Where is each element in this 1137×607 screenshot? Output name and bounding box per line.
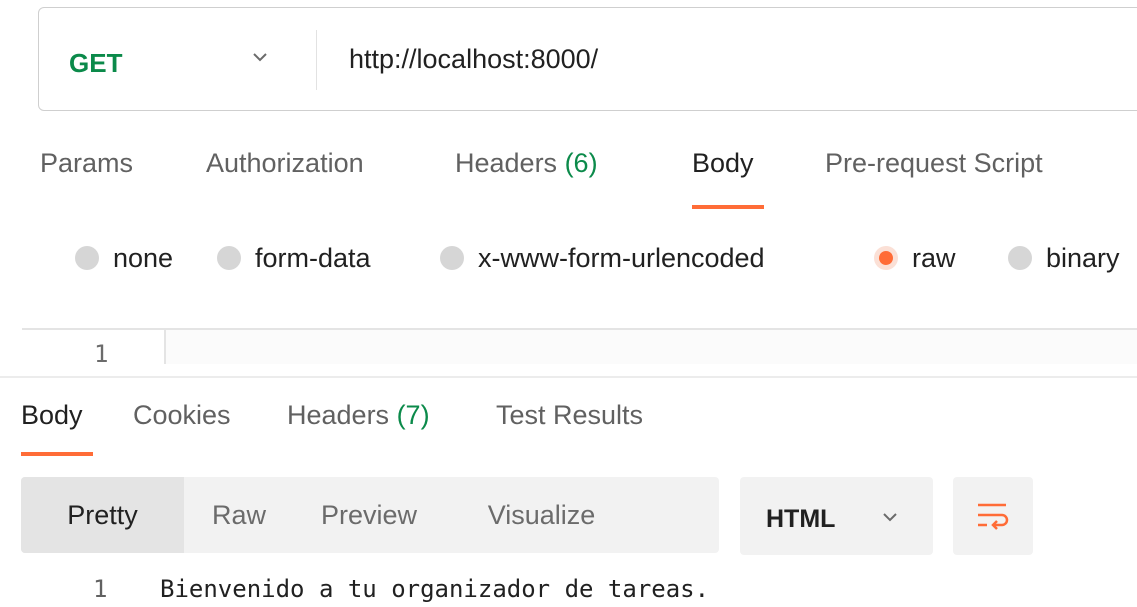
url-input[interactable]: http://localhost:8000/ bbox=[349, 44, 598, 75]
tab-label: Pre-request Script bbox=[825, 148, 1043, 178]
tab-test-results[interactable]: Test Results bbox=[496, 400, 643, 431]
response-body-line: 1 Bienvenido a tu organizador de tareas. bbox=[0, 573, 1137, 607]
tab-label: Params bbox=[40, 148, 134, 178]
view-pretty-button[interactable]: Pretty bbox=[21, 477, 184, 553]
tab-label: Headers bbox=[455, 148, 565, 178]
line-number: 1 bbox=[93, 575, 108, 603]
radio-x-www-form-urlencoded[interactable]: x-www-form-urlencoded bbox=[440, 236, 765, 280]
view-visualize-button[interactable]: Visualize bbox=[444, 477, 639, 553]
method-select[interactable]: GET bbox=[69, 48, 122, 79]
radio-label: binary bbox=[1046, 242, 1120, 273]
view-raw-button[interactable]: Raw bbox=[184, 477, 294, 553]
radio-icon bbox=[75, 246, 99, 270]
response-text: Bienvenido a tu organizador de tareas. bbox=[160, 575, 710, 603]
radio-form-data[interactable]: form-data bbox=[217, 236, 371, 280]
radio-label: none bbox=[113, 242, 174, 273]
tab-label: Body bbox=[21, 400, 83, 430]
tab-cookies[interactable]: Cookies bbox=[133, 400, 231, 431]
format-select[interactable]: HTML bbox=[740, 477, 933, 555]
divider bbox=[316, 30, 317, 90]
body-type-group: none form-data x-www-form-urlencoded raw… bbox=[0, 236, 1137, 280]
tab-label: Authorization bbox=[206, 148, 364, 178]
radio-raw[interactable]: raw bbox=[874, 236, 956, 280]
tab-label: Body bbox=[692, 148, 754, 178]
tab-headers[interactable]: Headers (6) bbox=[455, 148, 598, 179]
radio-selected-icon bbox=[874, 246, 898, 270]
tab-authorization[interactable]: Authorization bbox=[206, 148, 364, 179]
radio-binary[interactable]: binary bbox=[1008, 236, 1120, 280]
wrap-lines-button[interactable] bbox=[953, 477, 1033, 555]
editor-gutter: 1 bbox=[22, 330, 166, 364]
tab-body[interactable]: Body bbox=[692, 148, 754, 179]
radio-icon bbox=[1008, 246, 1032, 270]
line-number: 1 bbox=[94, 340, 109, 364]
response-tabs: Body Cookies Headers (7) Test Results bbox=[0, 400, 1137, 440]
tab-count: (6) bbox=[564, 148, 598, 178]
tab-params[interactable]: Params bbox=[40, 148, 133, 179]
view-preview-button[interactable]: Preview bbox=[294, 477, 444, 553]
tab-label: Cookies bbox=[133, 400, 231, 430]
chevron-down-icon bbox=[883, 513, 897, 522]
pane-divider[interactable] bbox=[0, 376, 1137, 378]
radio-icon bbox=[217, 246, 241, 270]
active-tab-indicator bbox=[21, 452, 93, 456]
tab-response-headers[interactable]: Headers (7) bbox=[287, 400, 430, 431]
tab-pre-request-script[interactable]: Pre-request Script bbox=[825, 148, 1043, 179]
format-label: HTML bbox=[766, 505, 836, 533]
request-tabs: Params Authorization Headers (6) Body Pr… bbox=[0, 148, 1137, 208]
chevron-down-icon[interactable] bbox=[249, 46, 271, 68]
request-body-editor[interactable]: 1 bbox=[22, 328, 1137, 364]
tab-label: Test Results bbox=[496, 400, 644, 430]
tab-label: Headers bbox=[287, 400, 397, 430]
tab-response-body[interactable]: Body bbox=[21, 400, 83, 431]
wrap-lines-icon bbox=[978, 503, 1009, 530]
radio-label: x-www-form-urlencoded bbox=[478, 242, 765, 273]
radio-label: form-data bbox=[255, 242, 371, 273]
radio-icon bbox=[440, 246, 464, 270]
tab-count: (7) bbox=[396, 400, 430, 430]
radio-none[interactable]: none bbox=[75, 236, 173, 280]
radio-label: raw bbox=[912, 242, 956, 273]
request-bar: GET http://localhost:8000/ bbox=[38, 7, 1137, 111]
active-tab-indicator bbox=[692, 205, 764, 209]
response-view-group: Pretty Raw Preview Visualize bbox=[21, 477, 719, 553]
